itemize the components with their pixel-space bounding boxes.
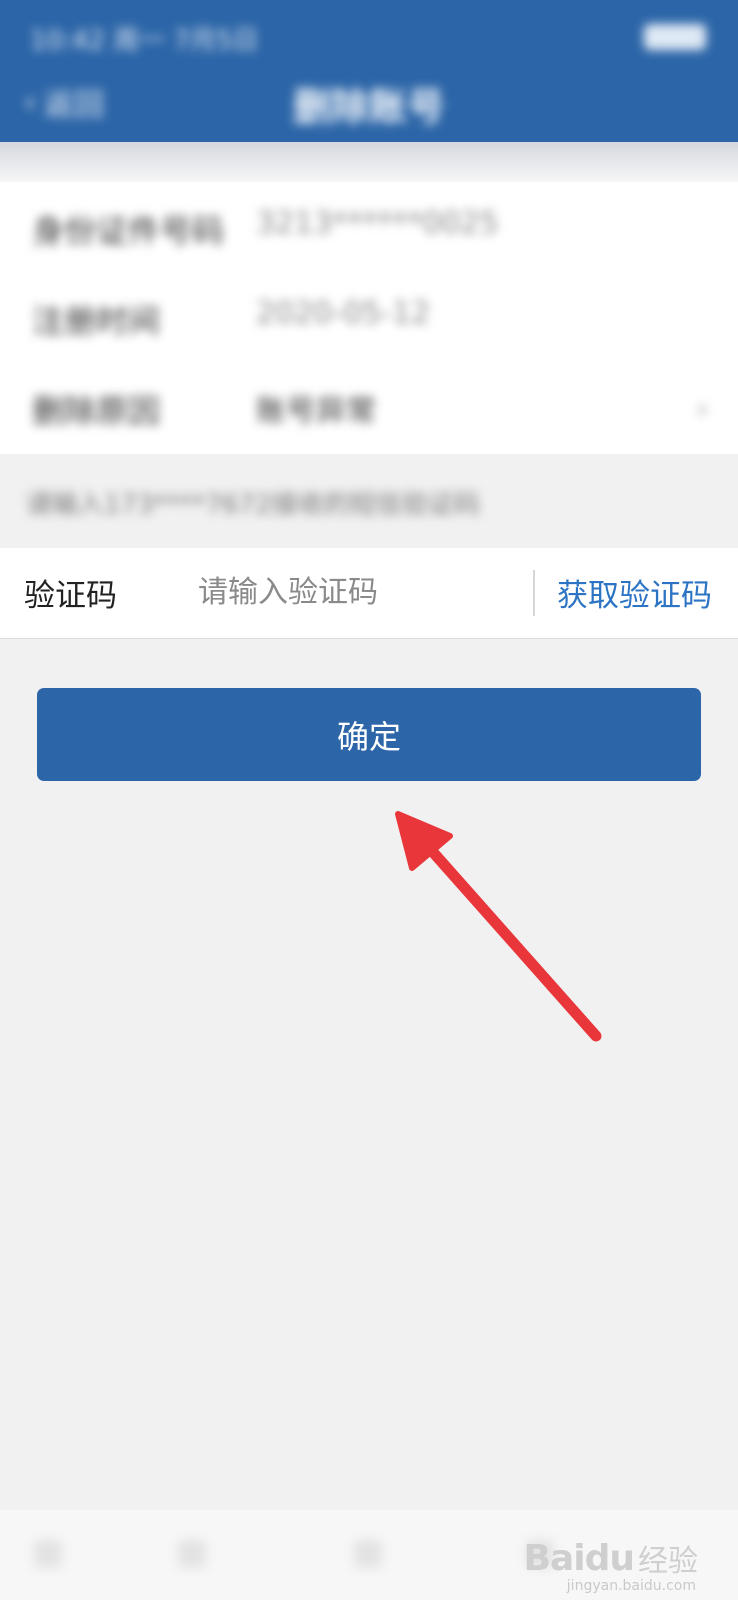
verification-code-label: 验证码 — [24, 578, 117, 614]
register-time-label: 注册时间 — [32, 302, 161, 340]
divider — [533, 570, 535, 616]
baidu-watermark: Baidu 经验 — [524, 1536, 698, 1580]
delete-reason-label: 删除原因 — [32, 392, 161, 430]
info-row-delete-reason[interactable]: 删除原因 账号异常 › — [0, 362, 738, 452]
tab-home-icon[interactable] — [34, 1540, 62, 1568]
get-code-button[interactable]: 获取验证码 — [557, 570, 712, 615]
watermark-url: jingyan.baidu.com — [566, 1578, 696, 1594]
watermark-logo: Baidu — [523, 1537, 635, 1579]
confirm-button[interactable]: 确定 — [37, 688, 701, 781]
verification-code-input[interactable] — [198, 566, 518, 618]
chevron-right-icon: › — [696, 392, 708, 427]
verification-code-row: 验证码 获取验证码 — [0, 548, 738, 639]
delete-reason-value: 账号异常 — [256, 394, 376, 429]
header-shadow — [0, 142, 738, 182]
page-title: 删除账号 — [292, 85, 445, 129]
status-bar: 10:42 周一 7月5日 — [0, 0, 738, 70]
register-time-value: 2020-05-12 — [256, 296, 431, 331]
info-row-id-number: 身份证件号码 3213******0025 — [0, 182, 738, 272]
info-row-register-time: 注册时间 2020-05-12 — [0, 272, 738, 362]
app-header: 10:42 周一 7月5日 ‹ 返回 删除账号 — [0, 0, 738, 142]
sms-hint: 请输入173****7672接收的短信验证码 — [26, 490, 480, 520]
tab-service-icon[interactable] — [178, 1540, 206, 1568]
account-info-card: 身份证件号码 3213******0025 注册时间 2020-05-12 删除… — [0, 182, 738, 454]
watermark-text: 经验 — [638, 1544, 698, 1579]
status-time: 10:42 周一 7月5日 — [30, 26, 259, 56]
id-number-value: 3213******0025 — [256, 206, 499, 241]
tab-message-icon[interactable] — [354, 1540, 382, 1568]
id-number-label: 身份证件号码 — [32, 212, 225, 250]
battery-icon — [644, 24, 706, 50]
